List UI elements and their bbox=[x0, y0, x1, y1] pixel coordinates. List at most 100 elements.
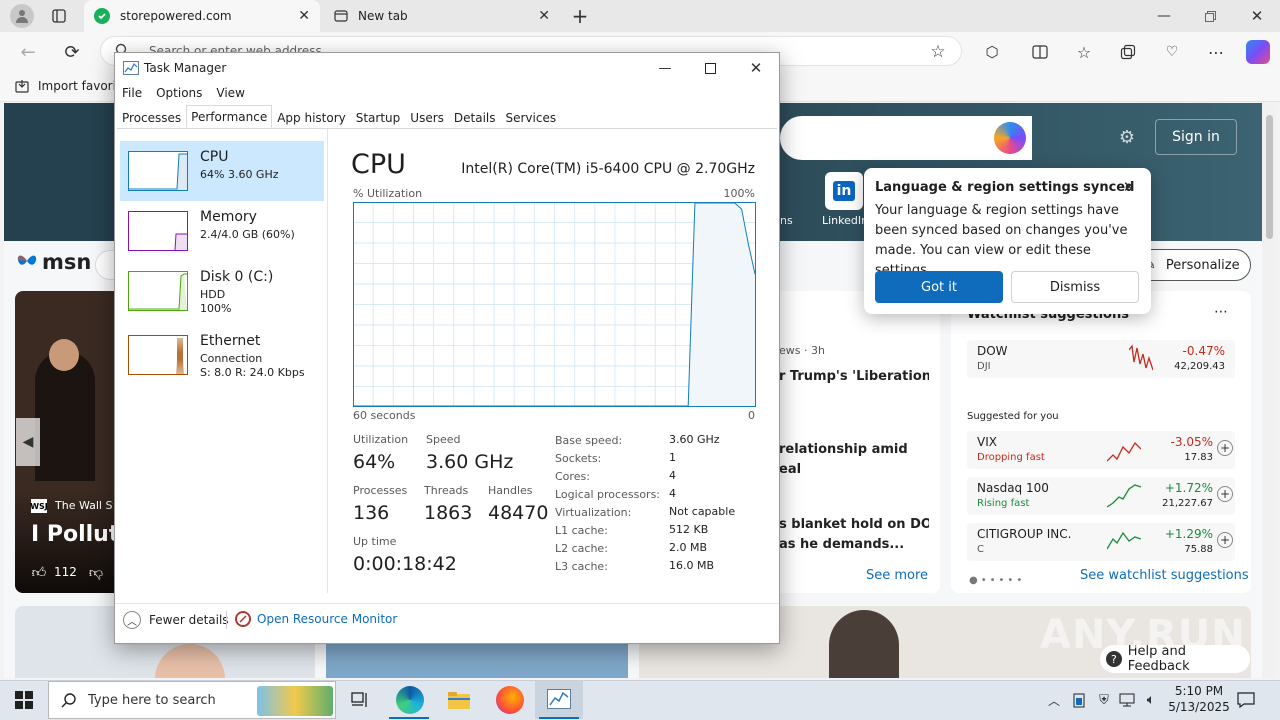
cpu-heading: CPU bbox=[351, 149, 406, 180]
add-watchlist-icon[interactable]: + bbox=[1217, 440, 1233, 456]
tab-services[interactable]: Services bbox=[501, 107, 562, 129]
split-screen-icon[interactable] bbox=[1030, 42, 1050, 62]
see-watchlist-link[interactable]: See watchlist suggestions bbox=[1080, 568, 1249, 583]
volume-icon[interactable]: 🔈︎ bbox=[1142, 691, 1160, 709]
close-tab-icon[interactable]: ✕ bbox=[538, 8, 550, 24]
browser-tab-storepowered[interactable]: storepowered.com ✕ bbox=[84, 0, 320, 32]
favorites-icon[interactable]: ☆ bbox=[1074, 42, 1094, 62]
news-headline-3a[interactable]: s blanket hold on DOJ bbox=[779, 517, 929, 532]
task-view-icon[interactable] bbox=[348, 688, 372, 712]
tray-overflow-chevron-icon[interactable]: ︿ bbox=[1046, 692, 1062, 708]
taskbar-task-manager-button[interactable] bbox=[535, 681, 583, 719]
refresh-icon[interactable]: ⟳ bbox=[60, 40, 84, 64]
restore-window-icon[interactable] bbox=[1198, 6, 1222, 26]
sign-in-button[interactable]: Sign in bbox=[1155, 119, 1237, 155]
browser-essentials-icon[interactable]: ♡ bbox=[1162, 42, 1182, 62]
battery-icon[interactable] bbox=[1072, 691, 1086, 709]
see-more-link[interactable]: See more bbox=[866, 568, 928, 583]
uptime-value: 0:00:18:42 bbox=[353, 553, 457, 575]
hero-headline[interactable]: I Pollute bbox=[31, 522, 115, 547]
chevron-up-icon: ︿ bbox=[123, 611, 141, 629]
tab-app-history[interactable]: App history bbox=[272, 107, 351, 129]
tm-minimize-icon[interactable]: — bbox=[655, 59, 675, 77]
minimize-window-icon[interactable]: — bbox=[1152, 6, 1176, 26]
personalize-button[interactable]: ✎ Personalize bbox=[1136, 249, 1251, 281]
notification-center-icon[interactable] bbox=[1236, 690, 1256, 710]
copilot-icon[interactable] bbox=[1246, 40, 1270, 64]
stock-row-vix[interactable]: VIX Dropping fast -3.05% 17.83 + bbox=[967, 431, 1235, 469]
watchlist-pager-dots[interactable]: ●••••• bbox=[969, 575, 1025, 586]
taskbar-search-box[interactable]: Type here to search bbox=[48, 681, 336, 719]
site-favicon-icon bbox=[94, 8, 110, 24]
news-headline-2b[interactable]: eal bbox=[779, 462, 801, 477]
menu-options[interactable]: Options bbox=[156, 86, 202, 100]
thumbs-down-icon[interactable]: 👎︎ bbox=[88, 564, 104, 581]
new-tab-plus-icon[interactable]: + bbox=[568, 4, 592, 28]
linkedin-shortcut-icon[interactable]: in bbox=[825, 172, 863, 210]
speed-value: 3.60 GHz bbox=[426, 451, 514, 473]
perf-item-cpu[interactable]: CPU 64% 3.60 GHz bbox=[120, 141, 324, 201]
tab-users[interactable]: Users bbox=[405, 107, 449, 129]
tab-startup[interactable]: Startup bbox=[351, 107, 406, 129]
perf-item-disk[interactable]: Disk 0 (C:) HDD 100% bbox=[120, 261, 324, 321]
security-icon[interactable]: ⛨ bbox=[1096, 691, 1112, 709]
network-icon[interactable] bbox=[1118, 691, 1136, 709]
stock-row-dow[interactable]: DOW DJI -0.47% 42,209.43 bbox=[967, 340, 1235, 378]
stock-row-nasdaq[interactable]: Nasdaq 100 Rising fast +1.72% 21,227.67 … bbox=[967, 477, 1235, 515]
tm-close-icon[interactable]: ✕ bbox=[746, 59, 766, 77]
tab-performance[interactable]: Performance bbox=[186, 105, 273, 128]
extensions-icon[interactable]: ⬡ bbox=[982, 42, 1002, 62]
open-resource-monitor-link[interactable]: Open Resource Monitor bbox=[235, 611, 397, 627]
news-headline-2a[interactable]: relationship amid bbox=[779, 442, 908, 457]
disk-thumbnail-graph bbox=[128, 271, 188, 311]
add-watchlist-icon[interactable]: + bbox=[1217, 532, 1233, 548]
close-window-icon[interactable]: ✕ bbox=[1245, 6, 1269, 26]
thumbs-up-icon[interactable]: 👍︎ bbox=[31, 564, 47, 581]
msn-logo-text[interactable]: msn bbox=[42, 250, 91, 274]
taskbar-search-placeholder: Type here to search bbox=[88, 693, 216, 708]
menu-view[interactable]: View bbox=[216, 86, 244, 100]
perf-item-memory[interactable]: Memory 2.4/4.0 GB (60%) bbox=[120, 201, 324, 261]
browser-tab-newtab[interactable]: New tab ✕ bbox=[324, 0, 560, 32]
carousel-prev-icon[interactable]: ◀ bbox=[16, 418, 40, 466]
tab-details[interactable]: Details bbox=[449, 107, 501, 129]
firefox-icon[interactable] bbox=[496, 686, 524, 714]
back-arrow-icon[interactable]: ← bbox=[16, 40, 40, 64]
collections-icon[interactable] bbox=[1118, 42, 1138, 62]
close-notification-icon[interactable]: ✕ bbox=[1120, 178, 1138, 196]
profile-avatar-icon[interactable] bbox=[10, 4, 34, 28]
watchlist-more-icon[interactable]: ⋯ bbox=[1214, 304, 1228, 320]
edge-browser-icon[interactable] bbox=[396, 686, 424, 714]
tm-titlebar[interactable]: Task Manager — ✕ bbox=[115, 53, 779, 83]
add-watchlist-icon[interactable]: + bbox=[1217, 486, 1233, 502]
page-scrollbar[interactable] bbox=[1263, 103, 1276, 678]
perf-item-ethernet[interactable]: Ethernet Connection S: 8.0 R: 24.0 Kbps bbox=[120, 325, 324, 385]
taskbar-clock[interactable]: 5:10 PM 5/13/2025 bbox=[1166, 683, 1232, 715]
windows-start-icon[interactable] bbox=[12, 688, 36, 712]
copilot-search-icon[interactable] bbox=[994, 122, 1026, 154]
stock-name: DOW bbox=[977, 344, 1008, 358]
linkedin-label[interactable]: LinkedIn bbox=[822, 214, 866, 227]
news-headline-3b[interactable]: as he demands... bbox=[779, 537, 904, 552]
utilization-label: Utilization bbox=[353, 433, 409, 446]
more-options-icon[interactable]: ⋯ bbox=[1206, 42, 1226, 62]
tab-actions-icon[interactable] bbox=[48, 6, 70, 26]
edge-active-indicator bbox=[389, 717, 429, 719]
shortcut-label-partial[interactable]: ns bbox=[780, 214, 793, 227]
menu-file[interactable]: File bbox=[122, 86, 142, 100]
got-it-button[interactable]: Got it bbox=[875, 271, 1003, 303]
news-headline-1[interactable]: r Trump's 'Liberation bbox=[779, 369, 929, 384]
stock-name: Nasdaq 100 bbox=[977, 481, 1049, 495]
settings-gear-icon[interactable]: ⚙ bbox=[1116, 126, 1138, 148]
perf-item-stat2: S: 8.0 R: 24.0 Kbps bbox=[200, 366, 305, 379]
favorite-star-icon[interactable]: ☆ bbox=[928, 42, 948, 62]
file-explorer-icon[interactable] bbox=[446, 688, 472, 712]
task-manager-app-icon bbox=[123, 61, 139, 75]
fewer-details-button[interactable]: ︿ Fewer details bbox=[123, 611, 229, 629]
tm-maximize-icon[interactable] bbox=[700, 59, 720, 77]
tab-processes[interactable]: Processes bbox=[117, 107, 186, 129]
close-tab-icon[interactable]: ✕ bbox=[298, 8, 310, 24]
dismiss-button[interactable]: Dismiss bbox=[1011, 271, 1139, 303]
import-favorites-link[interactable]: Import favorites bbox=[38, 79, 114, 93]
stock-row-citigroup[interactable]: CITIGROUP INC. C +1.29% 75.88 + bbox=[967, 523, 1235, 561]
